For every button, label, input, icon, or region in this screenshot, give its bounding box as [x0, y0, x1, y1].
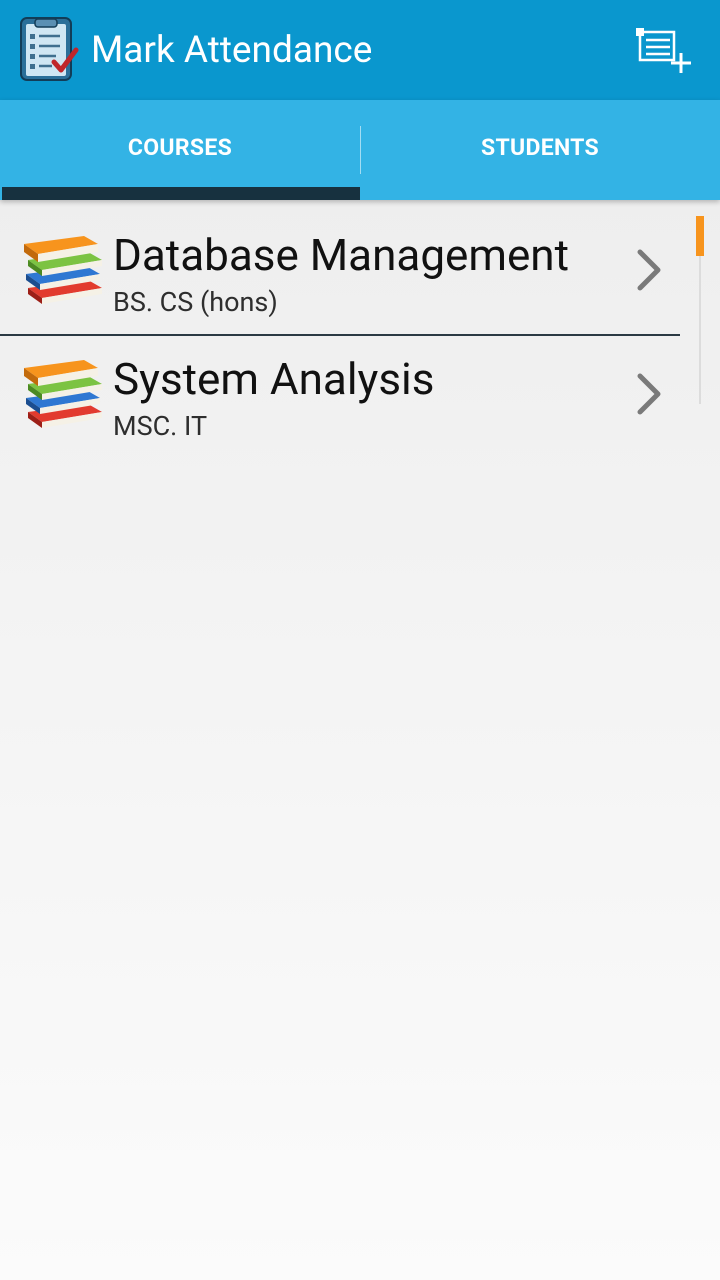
add-list-button[interactable]: [632, 20, 696, 80]
course-name: Database Management: [113, 229, 569, 281]
tab-selected-indicator: [2, 187, 360, 200]
chevron-right-icon: [630, 246, 666, 294]
tab-students-label: STUDENTS: [481, 134, 599, 161]
chevron-right-icon: [630, 370, 666, 418]
tab-courses-label: COURSES: [127, 134, 233, 161]
books-stack-icon: [22, 230, 106, 310]
course-name: System Analysis: [113, 353, 435, 405]
books-stack-icon: [22, 354, 106, 434]
course-list-item[interactable]: Database Management BS. CS (hons): [0, 212, 700, 336]
course-list: Database Management BS. CS (hons) System…: [0, 200, 700, 460]
course-program: BS. CS (hons): [113, 286, 278, 318]
action-bar: Mark Attendance: [0, 0, 720, 100]
scrollbar-thumb[interactable]: [696, 216, 704, 256]
tab-bar: COURSES STUDENTS: [0, 100, 720, 200]
tab-courses[interactable]: COURSES: [0, 100, 360, 200]
clipboard-checklist-icon: [18, 16, 80, 84]
add-list-icon: [636, 28, 691, 73]
app-title: Mark Attendance: [91, 29, 373, 72]
course-program: MSC. IT: [113, 410, 208, 442]
tab-students[interactable]: STUDENTS: [360, 100, 720, 200]
course-list-item[interactable]: System Analysis MSC. IT: [0, 336, 700, 460]
